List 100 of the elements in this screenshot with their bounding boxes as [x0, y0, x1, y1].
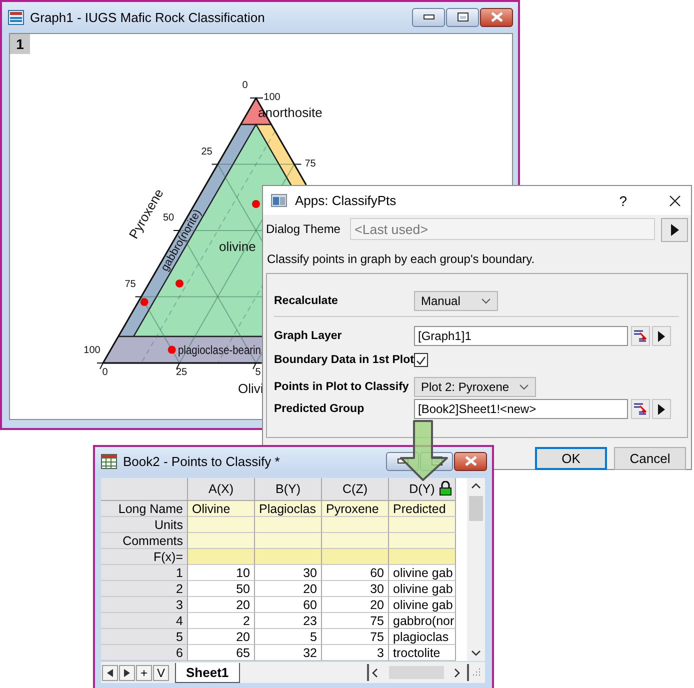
dialog-button[interactable]: Cancel: [614, 447, 686, 470]
triangle-icon: [658, 404, 665, 414]
input-field[interactable]: [Book2]Sheet1!<new>: [414, 399, 628, 419]
triangle-icon: [124, 668, 130, 676]
dialog-button[interactable]: OK: [535, 447, 607, 470]
field-label: Predicted Group: [274, 403, 366, 415]
sheet-button[interactable]: +: [136, 664, 152, 680]
minimize-button[interactable]: [412, 8, 445, 26]
table-cell: 75: [322, 613, 389, 629]
close-icon: [464, 456, 476, 466]
table-cell: Pyroxene: [322, 501, 389, 517]
table-cell: 32: [255, 645, 322, 661]
scrollbar-thumb[interactable]: [469, 496, 483, 521]
table-cell: olivine gab: [389, 581, 456, 597]
tick-label: 0: [242, 80, 248, 91]
table-cell: 60: [255, 597, 322, 613]
app-icon: [271, 194, 287, 207]
table-cell: Plagioclas: [255, 501, 322, 517]
table-cell: 50: [188, 581, 255, 597]
tick-label: 5: [255, 367, 261, 378]
table-cell: [389, 549, 456, 565]
table-cell: 23: [255, 613, 322, 629]
table-cell: [255, 517, 322, 533]
table-cell: 60: [322, 565, 389, 581]
field-label: Dialog Theme: [266, 221, 342, 236]
close-icon: [669, 194, 681, 206]
maximize-icon: [456, 12, 468, 22]
dropdown[interactable]: Plot 2: Pyroxene: [414, 377, 536, 397]
close-button[interactable]: [454, 452, 487, 470]
table-cell: [255, 549, 322, 565]
table-cell: [322, 549, 389, 565]
row-header: F(x)=: [101, 549, 188, 565]
sheet-tab[interactable]: Sheet1: [175, 662, 240, 682]
close-button[interactable]: [480, 8, 513, 26]
chevron-down-icon: [471, 650, 481, 656]
table-cell: 30: [322, 581, 389, 597]
chevron-icon: [519, 384, 530, 390]
field-label: Boundary Data in 1st Plot: [274, 354, 414, 366]
row-header: 4: [101, 613, 188, 629]
menu-button[interactable]: [661, 218, 688, 242]
check-icon: [416, 356, 426, 364]
previous-button[interactable]: [102, 664, 118, 680]
table-cell: [322, 517, 389, 533]
table-cell: Olivine: [188, 501, 255, 517]
chevron-up-icon: [471, 483, 481, 489]
triangle-left-icon: [107, 668, 113, 676]
table-cell: [188, 549, 255, 565]
minimize-icon: [422, 14, 434, 20]
table-cell: 2: [188, 613, 255, 629]
data-point: [168, 346, 176, 354]
description-text: Classify points in graph by each group's boundary.: [267, 252, 536, 266]
tick-label: 100: [84, 345, 100, 356]
list-cursor-icon: [634, 403, 647, 415]
worksheet-icon: [101, 454, 117, 468]
tick-label: 100: [264, 92, 280, 103]
table-cell: 20: [188, 629, 255, 645]
list-cursor-icon: [634, 330, 647, 342]
table-cell: [188, 533, 255, 549]
chevron-left-icon: [372, 668, 378, 678]
table-cell: [389, 517, 456, 533]
field-label: Points in Plot to Classify: [274, 381, 410, 393]
help-button[interactable]: ?: [619, 192, 627, 208]
row-header: Comments: [101, 533, 188, 549]
menu-button[interactable]: [652, 399, 671, 419]
close-icon: [490, 12, 502, 22]
sheet-button[interactable]: V: [153, 664, 169, 680]
table-cell: [255, 533, 322, 549]
field-label: Recalculate: [274, 295, 339, 307]
maximize-button[interactable]: [446, 8, 479, 26]
dropdown[interactable]: Manual: [414, 291, 498, 311]
picker-button[interactable]: [631, 399, 650, 419]
tick-label: 25: [176, 367, 188, 378]
table-cell: plagioclas: [389, 629, 456, 645]
tick-label: 75: [124, 278, 136, 290]
menu-button[interactable]: [652, 326, 671, 346]
tick-label: 25: [201, 146, 212, 158]
next-button[interactable]: [119, 664, 135, 680]
table-cell: 10: [188, 565, 255, 581]
dialog-title: Apps: ClassifyPts: [295, 193, 398, 208]
region-label: olivine: [219, 239, 256, 254]
table-cell: [389, 533, 456, 549]
table-cell: olivine gab: [389, 565, 456, 581]
layer-badge[interactable]: 1: [10, 34, 30, 54]
picker-button[interactable]: [631, 326, 650, 346]
field-label: Graph Layer: [274, 330, 343, 342]
down-arrow: [398, 420, 450, 482]
row-header: 1: [101, 565, 188, 581]
table-cell: [188, 517, 255, 533]
row-header: 2: [101, 581, 188, 597]
horizontal-scrollbar[interactable]: [367, 664, 463, 681]
row-header: Units: [101, 517, 188, 533]
input-field[interactable]: [Graph1]1: [414, 326, 628, 346]
tick-label: 75: [304, 158, 316, 170]
table-cell: 20: [255, 581, 322, 597]
table-cell: gabbro(nor: [389, 613, 456, 629]
theme-field[interactable]: <Last used>: [350, 218, 656, 240]
checkbox[interactable]: [414, 353, 428, 367]
table-cell: 30: [255, 565, 322, 581]
vertical-scrollbar[interactable]: [467, 478, 485, 661]
table-cell: 5: [255, 629, 322, 645]
